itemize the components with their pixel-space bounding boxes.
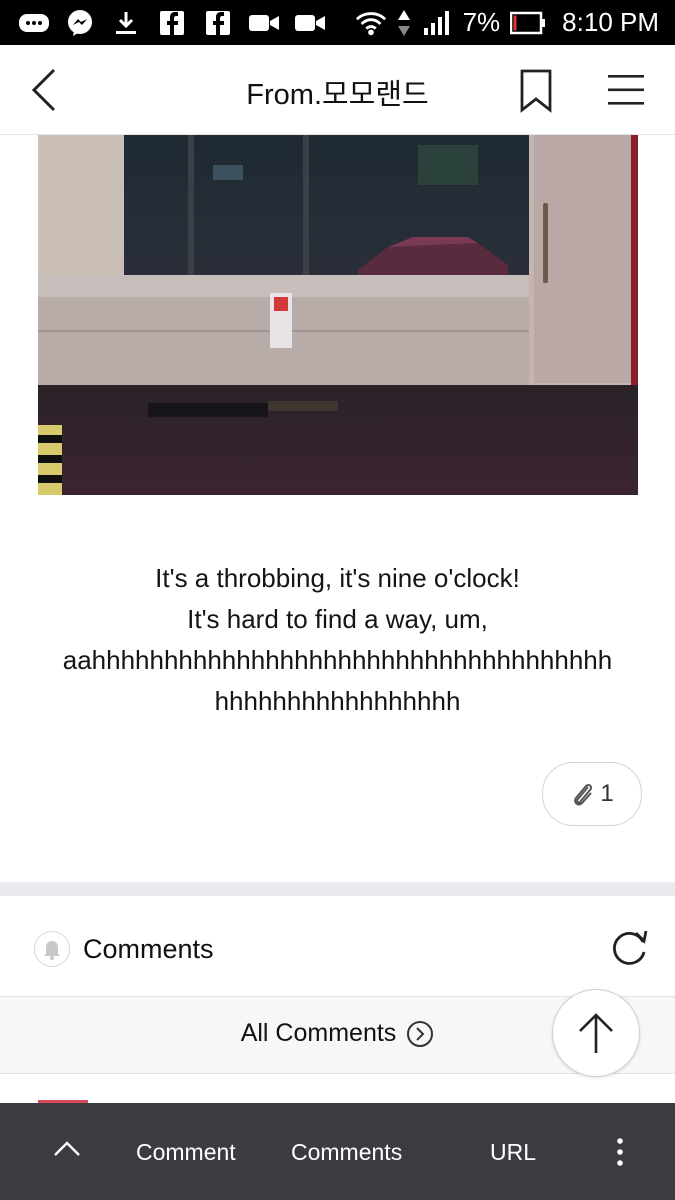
comments-header: Comments [0,896,675,997]
collapse-button[interactable] [52,1139,82,1159]
facebook-icon [202,10,234,36]
attachment-count: 1 [600,780,614,807]
bottom-toolbar: Comment Comments URL [0,1103,675,1200]
wifi-icon [355,10,387,36]
comment-button[interactable]: Comment [136,1139,236,1166]
post-body: It's a throbbing, it's nine o'clock! It'… [30,558,645,722]
post-line: aahhhhhhhhhhhhhhhhhhhhhhhhhhhhhhhhhhhh [62,645,613,675]
scroll-to-top-button[interactable] [552,989,640,1077]
bookmark-button[interactable] [518,69,554,113]
facebook-icon [156,10,188,36]
attachment-button[interactable]: 1 [542,762,642,826]
signal-icon [421,10,453,36]
download-icon [110,10,142,36]
page-title: From.모모랜드 [246,79,429,111]
bell-icon [44,941,60,960]
post-line: hhhhhhhhhhhhhhhhh [214,686,461,716]
post-line: It's hard to find a way, um, [187,604,488,634]
bookmark-icon [520,69,552,113]
chevron-right-circle-icon [407,1020,434,1047]
more-vertical-icon [617,1138,623,1166]
video-camera-icon [294,10,326,36]
section-divider [0,882,675,896]
comments-button[interactable]: Comments [291,1139,402,1166]
comment-preview [0,1074,675,1104]
data-arrows-icon [397,9,411,36]
messenger-icon [64,9,96,36]
battery-icon [510,10,546,36]
chevron-up-icon [54,1141,80,1156]
refresh-icon [613,930,648,965]
clock: 8:10 PM [562,7,659,37]
refresh-button[interactable] [610,928,650,968]
notification-toggle[interactable] [34,931,70,967]
all-comments-label: All Comments [240,1019,397,1047]
menu-button[interactable] [606,73,646,107]
status-bar: 7% 8:10 PM [0,0,675,45]
more-button[interactable] [612,1137,628,1167]
paperclip-icon [574,783,593,806]
url-button[interactable]: URL [490,1139,536,1166]
app-header: From.모모랜드 [0,45,675,135]
post-photo[interactable] [38,135,638,495]
post-line: It's a throbbing, it's nine o'clock! [155,563,520,593]
video-camera-icon [248,10,280,36]
messages-icon [18,10,50,36]
battery-percent: 7% [462,7,501,37]
arrow-up-icon [579,1013,613,1053]
comments-label: Comments [83,934,214,964]
menu-icon [608,75,644,105]
